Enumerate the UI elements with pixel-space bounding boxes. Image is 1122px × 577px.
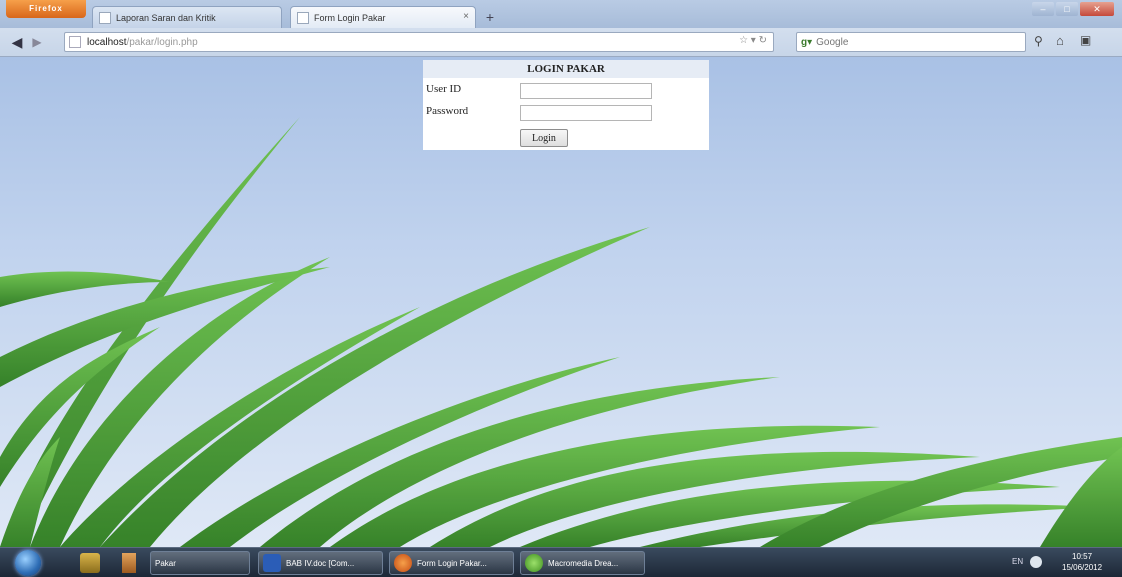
taskbar-item-word[interactable]: BAB IV.doc [Com... bbox=[258, 551, 383, 575]
word-icon bbox=[263, 554, 281, 572]
page-icon bbox=[69, 36, 81, 48]
language-indicator[interactable]: EN bbox=[1012, 557, 1023, 566]
url-tools: ☆ ▾ ↻ bbox=[739, 35, 767, 46]
dreamweaver-icon bbox=[525, 554, 543, 572]
tab-laporan[interactable]: Laporan Saran dan Kritik bbox=[92, 6, 282, 28]
login-button[interactable]: Login bbox=[520, 129, 568, 147]
page-icon bbox=[297, 11, 309, 24]
page-icon bbox=[99, 11, 111, 24]
home-icon[interactable]: ⌂ bbox=[1056, 33, 1064, 48]
taskbar-item-dreamweaver[interactable]: Macromedia Drea... bbox=[520, 551, 645, 575]
start-button[interactable] bbox=[15, 550, 41, 576]
tab-title: Laporan Saran dan Kritik bbox=[116, 12, 216, 23]
back-icon[interactable]: ◀ bbox=[8, 33, 26, 51]
userid-row: User ID bbox=[423, 80, 709, 99]
star-icon[interactable]: ☆ bbox=[739, 35, 748, 46]
taskbar-item-label: BAB IV.doc [Com... bbox=[286, 558, 355, 568]
quick-launch-icon[interactable] bbox=[122, 553, 136, 573]
tab-form-login[interactable]: Form Login Pakar × bbox=[290, 6, 476, 28]
page-viewport: LOGIN PAKAR User ID Password Login bbox=[0, 57, 1122, 547]
maximize-button[interactable]: □ bbox=[1056, 2, 1078, 16]
search-bar[interactable]: g▾ bbox=[796, 32, 1026, 52]
taskbar-item-pakar[interactable]: Pakar bbox=[150, 551, 250, 575]
minimize-button[interactable]: – bbox=[1032, 2, 1054, 16]
userid-input[interactable] bbox=[520, 83, 652, 99]
new-tab-button[interactable]: + bbox=[480, 8, 500, 26]
search-input[interactable] bbox=[816, 36, 997, 48]
userid-label: User ID bbox=[426, 83, 462, 95]
close-tab-icon[interactable]: × bbox=[463, 11, 469, 22]
login-title: LOGIN PAKAR bbox=[423, 60, 709, 78]
login-form: LOGIN PAKAR User ID Password Login bbox=[423, 60, 709, 150]
password-label: Password bbox=[426, 105, 469, 117]
url-bar[interactable]: localhost /pakar/login.php ☆ ▾ ↻ bbox=[64, 32, 774, 52]
taskbar-item-label: Macromedia Drea... bbox=[548, 558, 619, 568]
taskbar: Pakar BAB IV.doc [Com... Form Login Paka… bbox=[0, 547, 1122, 577]
search-engine-icon[interactable]: g▾ bbox=[801, 37, 812, 48]
taskbar-item-label: Pakar bbox=[155, 558, 176, 568]
window-controls: – □ ✕ bbox=[1032, 2, 1114, 16]
url-host: localhost bbox=[87, 36, 127, 48]
url-path: /pakar/login.php bbox=[126, 36, 198, 48]
bookmarks-icon[interactable]: ▣ bbox=[1080, 33, 1091, 47]
firefox-menu-button[interactable]: Firefox bbox=[6, 0, 86, 18]
system-tray: EN 10:57 15/06/2012 bbox=[1000, 548, 1122, 577]
network-icon[interactable] bbox=[1030, 556, 1042, 568]
password-row: Password bbox=[423, 102, 709, 121]
clock[interactable]: 10:57 15/06/2012 bbox=[1062, 551, 1102, 573]
firefox-icon bbox=[394, 554, 412, 572]
clock-date: 15/06/2012 bbox=[1062, 563, 1103, 572]
navigation-bar: ◀ ▶ localhost /pakar/login.php ☆ ▾ ↻ g▾ … bbox=[0, 28, 1122, 57]
forward-icon[interactable]: ▶ bbox=[28, 33, 46, 51]
clock-time: 10:57 bbox=[1072, 552, 1093, 561]
reload-icon[interactable]: ↻ bbox=[759, 35, 767, 46]
search-icon[interactable]: ⚲ bbox=[1034, 34, 1043, 48]
tab-bar: Firefox Laporan Saran dan Kritik Form Lo… bbox=[0, 0, 1122, 28]
password-input[interactable] bbox=[520, 105, 652, 121]
quick-launch-icon[interactable] bbox=[80, 553, 100, 573]
tab-title: Form Login Pakar bbox=[314, 12, 386, 23]
taskbar-item-firefox[interactable]: Form Login Pakar... bbox=[389, 551, 514, 575]
browser-chrome: Firefox Laporan Saran dan Kritik Form Lo… bbox=[0, 0, 1122, 57]
close-window-button[interactable]: ✕ bbox=[1080, 2, 1114, 16]
taskbar-item-label: Form Login Pakar... bbox=[417, 558, 487, 568]
